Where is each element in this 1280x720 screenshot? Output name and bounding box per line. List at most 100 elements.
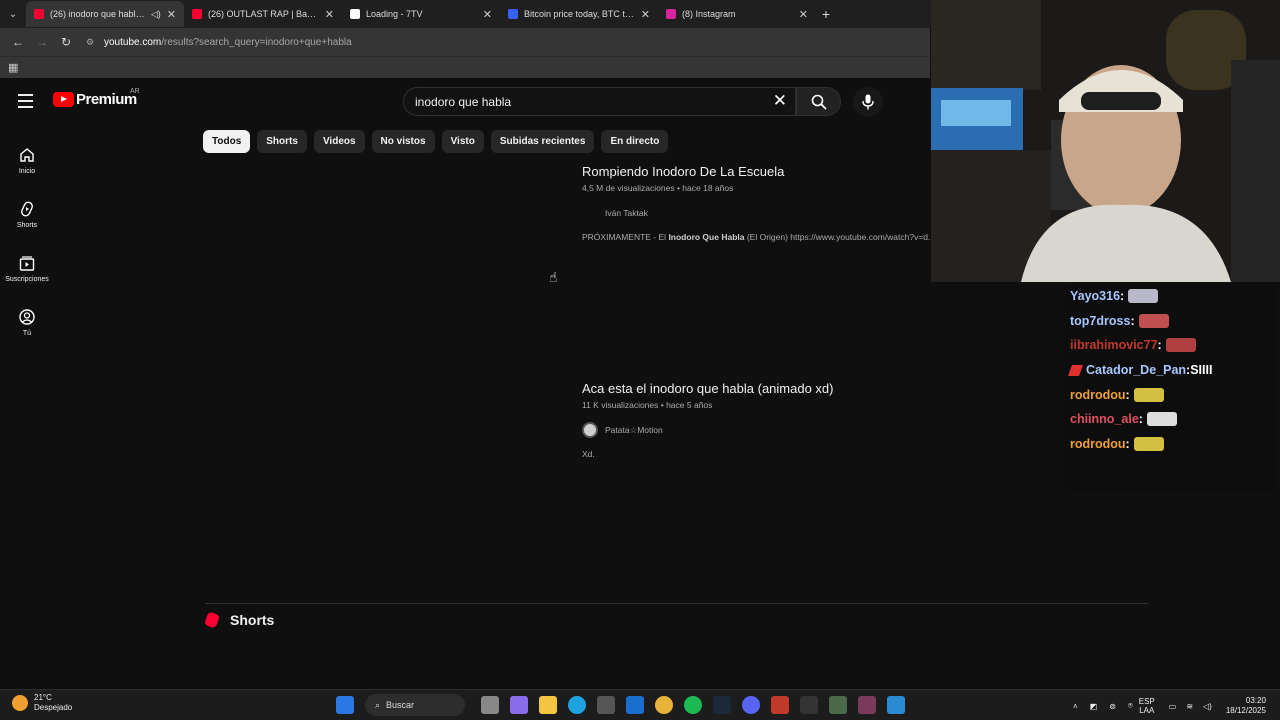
chip-subidas-recientes[interactable]: Subidas recientes xyxy=(490,130,595,153)
youtube-premium-logo[interactable]: Premium AR xyxy=(53,88,140,108)
tab-title: Loading - 7TV xyxy=(366,9,423,19)
shorts-section-heading: Shorts xyxy=(203,611,275,629)
clear-search-icon[interactable]: ✕ xyxy=(773,91,787,111)
mouse-cursor-icon: ☝ xyxy=(549,269,558,285)
chat-separator: : xyxy=(1125,387,1130,402)
avatar[interactable] xyxy=(582,422,598,438)
chevron-up-icon[interactable]: ˄ xyxy=(1073,702,1078,711)
search-result[interactable]: Rompiendo Inodoro De La Escuela 4,5 M de… xyxy=(582,164,932,242)
chat-username: Yayo316 xyxy=(1070,289,1121,304)
weather-sun-icon xyxy=(12,695,28,711)
tab-title: (26) OUTLAST RAP | BanaTroll (Outlast) xyxy=(208,9,319,19)
tab-title: Bitcoin price today, BTC to USD xyxy=(524,9,635,19)
video-title[interactable]: Aca esta el inodoro que habla (animado x… xyxy=(582,381,932,396)
sidebar-item-shorts[interactable]: Shorts xyxy=(0,188,54,242)
search-icon xyxy=(811,94,827,110)
avatar[interactable] xyxy=(582,205,598,221)
menu-icon[interactable] xyxy=(18,94,33,112)
app-tray-icon[interactable]: ◩ xyxy=(1090,702,1098,711)
sidebar-item-inicio[interactable]: Inicio xyxy=(0,134,54,188)
browser-tab[interactable]: (8) Instagram ✕ xyxy=(658,1,816,27)
channel-name[interactable]: Iván Taktak xyxy=(605,208,648,218)
weather-widget[interactable]: 21°C Despejado xyxy=(12,693,72,713)
sidebar-item-suscripciones[interactable]: Suscripciones xyxy=(0,242,54,296)
language-code: ESP xyxy=(1138,697,1155,706)
system-tray: ˄ ◩ ⊚ ⍟ ESP LAA ▭ ≋ ◁) 03:20 18/12/2025 xyxy=(1073,696,1266,716)
chip-videos[interactable]: Videos xyxy=(313,130,365,153)
chrome-icon[interactable] xyxy=(655,696,673,714)
country-code: AR xyxy=(130,88,140,95)
network-icon[interactable]: ⊚ xyxy=(1109,702,1116,711)
app-icon[interactable] xyxy=(829,696,847,714)
tab-favicon-icon xyxy=(192,9,202,19)
tab-close-icon[interactable]: ✕ xyxy=(483,8,492,21)
language-indicator[interactable]: ESP LAA xyxy=(1139,697,1155,715)
chat-separator: : xyxy=(1138,412,1143,427)
app-icon[interactable] xyxy=(771,696,789,714)
chip-shorts[interactable]: Shorts xyxy=(257,130,307,153)
shorts-heading-text: Shorts xyxy=(230,612,275,628)
taskbar-search[interactable]: ⌕ Buscar xyxy=(365,694,465,716)
browser-tab[interactable]: (26) inodoro que habla - YouTube ◁) ✕ xyxy=(26,1,184,27)
chat-username: iibrahimovic77 xyxy=(1070,338,1158,353)
sidebar-item-tu[interactable]: Tú xyxy=(0,296,54,350)
chat-message: Yayo316 : xyxy=(1065,284,1277,309)
volume-icon[interactable]: ◁) xyxy=(1203,702,1212,711)
chat-separator: : xyxy=(1120,289,1125,304)
task-view-icon[interactable] xyxy=(481,696,499,714)
chat-emote-icon xyxy=(1165,338,1196,353)
tab-close-icon[interactable]: ✕ xyxy=(167,8,176,21)
video-title[interactable]: Rompiendo Inodoro De La Escuela xyxy=(582,164,932,179)
store-icon[interactable] xyxy=(597,696,615,714)
browser-tab[interactable]: (26) OUTLAST RAP | BanaTroll (Outlast) ✕ xyxy=(184,1,342,27)
windows-start-icon[interactable] xyxy=(336,696,354,714)
channel-row[interactable]: Iván Taktak xyxy=(582,205,932,221)
chip-en-directo[interactable]: En directo xyxy=(601,130,669,153)
search-result[interactable]: Aca esta el inodoro que habla (animado x… xyxy=(582,381,932,459)
app-icon[interactable] xyxy=(800,696,818,714)
outlook-icon[interactable] xyxy=(626,696,644,714)
tab-close-icon[interactable]: ✕ xyxy=(641,8,650,21)
video-meta: 4,5 M de visualizaciones • hace 18 años xyxy=(582,183,734,193)
bookmarks-bar: ▦ xyxy=(0,56,930,78)
chip-visto[interactable]: Visto xyxy=(441,130,484,153)
file-explorer-icon[interactable] xyxy=(539,696,557,714)
shorts-logo-icon xyxy=(203,611,221,629)
address-bar-row: ← → ↻ ⚙ youtube.com/results?search_query… xyxy=(0,28,930,56)
reload-icon[interactable]: ↻ xyxy=(54,35,78,49)
tab-close-icon[interactable]: ✕ xyxy=(799,8,808,21)
search-input[interactable]: inodoro que habla ✕ xyxy=(403,87,796,116)
clock[interactable]: 03:20 18/12/2025 xyxy=(1226,696,1266,716)
tab-search-icon[interactable]: ⌄ xyxy=(0,0,26,28)
apps-grid-icon[interactable]: ▦ xyxy=(8,61,18,74)
channel-name[interactable]: Patata☆Motion xyxy=(605,425,663,436)
channel-row[interactable]: Patata☆Motion xyxy=(582,422,932,438)
app-icon[interactable] xyxy=(887,696,905,714)
clock-time: 03:20 xyxy=(1245,696,1266,705)
spotify-icon[interactable] xyxy=(684,696,702,714)
search-button[interactable] xyxy=(796,87,841,116)
edge-icon[interactable] xyxy=(568,696,586,714)
browser-tab[interactable]: Bitcoin price today, BTC to USD ✕ xyxy=(500,1,658,27)
chat-emote-icon xyxy=(1133,436,1164,451)
chip-todos[interactable]: Todos xyxy=(203,130,251,153)
new-tab-button[interactable]: + xyxy=(816,6,836,22)
discord-icon[interactable] xyxy=(742,696,760,714)
back-icon[interactable]: ← xyxy=(6,35,30,49)
browser-tab[interactable]: Loading - 7TV ✕ xyxy=(342,1,500,27)
wifi-icon[interactable]: ≋ xyxy=(1186,702,1193,711)
chat-emote-icon xyxy=(1146,412,1177,427)
chip-no-vistos[interactable]: No vistos xyxy=(371,130,435,153)
copilot-icon[interactable] xyxy=(510,696,528,714)
microphone-icon[interactable]: ⍟ xyxy=(1128,701,1133,711)
tab-audio-icon[interactable]: ◁) xyxy=(151,9,161,20)
site-info-icon[interactable]: ⚙ xyxy=(86,37,100,48)
app-icon[interactable] xyxy=(858,696,876,714)
steam-icon[interactable] xyxy=(713,696,731,714)
tab-close-icon[interactable]: ✕ xyxy=(325,8,334,21)
url-field[interactable]: ⚙ youtube.com/results?search_query=inodo… xyxy=(86,31,930,53)
sidebar-item-label: Suscripciones xyxy=(5,276,49,283)
forward-icon[interactable]: → xyxy=(30,35,54,49)
monitor-icon[interactable]: ▭ xyxy=(1169,702,1177,711)
voice-search-button[interactable] xyxy=(853,87,883,117)
